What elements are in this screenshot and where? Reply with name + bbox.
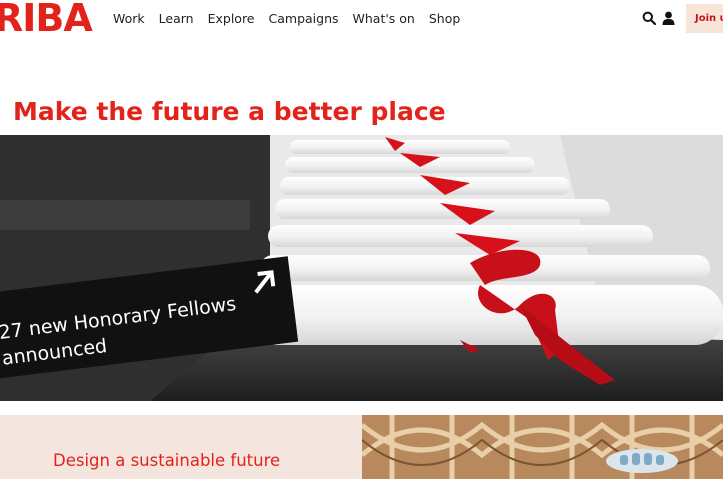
timber-lattice-photo	[362, 415, 723, 479]
join-us-button[interactable]: Join us	[686, 4, 723, 33]
site-header: RIBA Work Learn Explore Campaigns What's…	[0, 0, 723, 38]
nav-item-learn[interactable]: Learn	[159, 11, 194, 26]
account-icon[interactable]	[662, 11, 675, 25]
nav-item-explore[interactable]: Explore	[208, 11, 255, 26]
promo-image[interactable]	[362, 415, 723, 479]
arrow-up-right-icon	[249, 268, 279, 302]
search-icon[interactable]	[642, 11, 656, 25]
nav-item-work[interactable]: Work	[113, 11, 145, 26]
sustainable-promo[interactable]: Design a sustainable future	[0, 415, 362, 479]
promo-title: Design a sustainable future	[53, 451, 281, 470]
nav-item-shop[interactable]: Shop	[429, 11, 460, 26]
nav-item-campaigns[interactable]: Campaigns	[269, 11, 339, 26]
nav-item-whats-on[interactable]: What's on	[353, 11, 415, 26]
header-icons	[642, 11, 675, 25]
page-headline: Make the future a better place	[13, 97, 446, 126]
main-nav: Work Learn Explore Campaigns What's on S…	[113, 11, 460, 26]
riba-logo[interactable]: RIBA	[0, 0, 93, 38]
